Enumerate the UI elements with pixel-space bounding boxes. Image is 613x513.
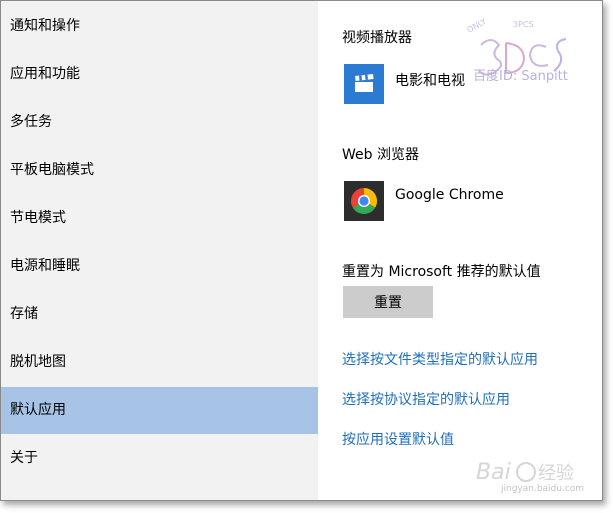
sidebar-item-default-apps[interactable]: 默认应用 bbox=[1, 387, 318, 434]
choose-by-file-type-link[interactable]: 选择按文件类型指定的默认应用 bbox=[342, 349, 538, 369]
reset-button[interactable]: 重置 bbox=[343, 286, 433, 318]
settings-window: 通知和操作 应用和功能 多任务 平板电脑模式 节电模式 电源和睡眠 存储 脱机地… bbox=[0, 0, 603, 501]
web-browser-app-name: Google Chrome bbox=[395, 187, 504, 203]
sidebar-item-battery-saver[interactable]: 节电模式 bbox=[1, 195, 318, 242]
set-defaults-by-app-link[interactable]: 按应用设置默认值 bbox=[342, 429, 454, 449]
baidu-watermark-url: jingyan.baidu.com bbox=[501, 484, 585, 494]
watermark-text: 百度ID: Sanpitt bbox=[473, 69, 568, 84]
sidebar-item-storage[interactable]: 存储 bbox=[1, 291, 318, 338]
sidebar-item-multitasking[interactable]: 多任务 bbox=[1, 99, 318, 146]
sidebar-item-about[interactable]: 关于 bbox=[1, 435, 318, 482]
web-browser-heading: Web 浏览器 bbox=[342, 147, 419, 163]
svg-text:经验: 经验 bbox=[538, 463, 574, 484]
video-player-heading: 视频播放器 bbox=[342, 30, 412, 46]
sidebar-item-apps-features[interactable]: 应用和功能 bbox=[1, 51, 318, 98]
sidebar-item-offline-maps[interactable]: 脱机地图 bbox=[1, 339, 318, 386]
svg-text:3PCS: 3PCS bbox=[513, 20, 534, 29]
reset-description: 重置为 Microsoft 推荐的默认值 bbox=[342, 264, 541, 280]
chrome-icon bbox=[344, 181, 384, 221]
sidebar-item-tablet-mode[interactable]: 平板电脑模式 bbox=[1, 147, 318, 194]
sidebar: 通知和操作 应用和功能 多任务 平板电脑模式 节电模式 电源和睡眠 存储 脱机地… bbox=[1, 1, 318, 500]
choose-by-protocol-link[interactable]: 选择按协议指定的默认应用 bbox=[342, 389, 510, 409]
svg-text:ONLY: ONLY bbox=[466, 17, 488, 35]
sidebar-item-notifications[interactable]: 通知和操作 bbox=[1, 3, 318, 50]
clapperboard-icon bbox=[344, 64, 384, 104]
sidebar-item-power-sleep[interactable]: 电源和睡眠 bbox=[1, 243, 318, 290]
svg-text:Bai: Bai bbox=[476, 460, 511, 485]
